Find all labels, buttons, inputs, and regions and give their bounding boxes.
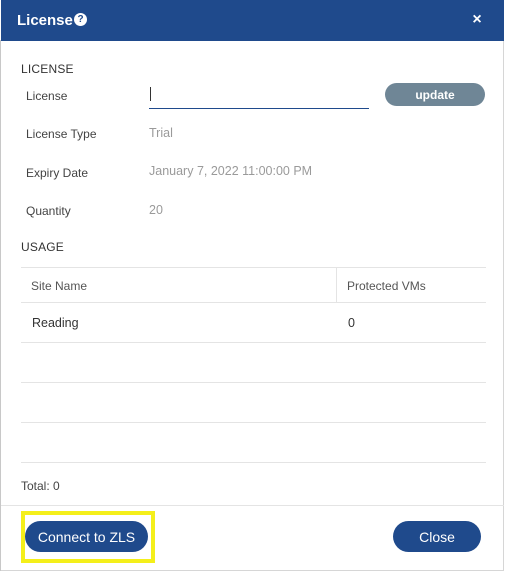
column-divider	[336, 268, 337, 303]
text-cursor	[150, 87, 151, 101]
help-icon[interactable]: ?	[74, 13, 87, 26]
site-name-cell: Reading	[32, 316, 79, 330]
license-type-label: License Type	[26, 127, 97, 141]
table-row	[21, 423, 486, 463]
table-row	[21, 343, 486, 383]
connect-to-zls-button[interactable]: Connect to ZLS	[25, 521, 148, 552]
footer-divider	[1, 505, 504, 506]
table-row[interactable]: Reading 0	[21, 303, 486, 343]
total-label: Total:	[21, 479, 50, 493]
license-label: License	[26, 89, 68, 103]
usage-section-title: USAGE	[21, 240, 65, 254]
dialog-header: License ? ×	[1, 0, 504, 41]
usage-table: Site Name Protected VMs Reading 0	[21, 267, 486, 463]
license-section-title: LICENSE	[21, 62, 74, 76]
column-header-site-name[interactable]: Site Name	[31, 279, 87, 293]
expiry-date-value: January 7, 2022 11:00:00 PM	[149, 164, 313, 178]
dialog-title: License	[17, 12, 73, 29]
protected-vms-cell: 0	[348, 316, 355, 330]
license-type-value: Trial	[149, 126, 173, 140]
quantity-value: 20	[149, 203, 163, 217]
total-count: Total: 0	[21, 479, 60, 493]
table-row	[21, 383, 486, 423]
total-value: 0	[53, 479, 60, 493]
license-dialog: License ? × LICENSE License update Licen…	[1, 0, 504, 571]
quantity-label: Quantity	[26, 204, 71, 218]
expiry-date-label: Expiry Date	[26, 166, 89, 180]
close-icon[interactable]: ×	[470, 10, 484, 30]
update-button[interactable]: update	[385, 83, 485, 106]
column-header-protected-vms[interactable]: Protected VMs	[347, 279, 426, 293]
table-header: Site Name Protected VMs	[21, 268, 486, 303]
close-button[interactable]: Close	[393, 521, 481, 552]
license-input[interactable]	[149, 84, 369, 109]
